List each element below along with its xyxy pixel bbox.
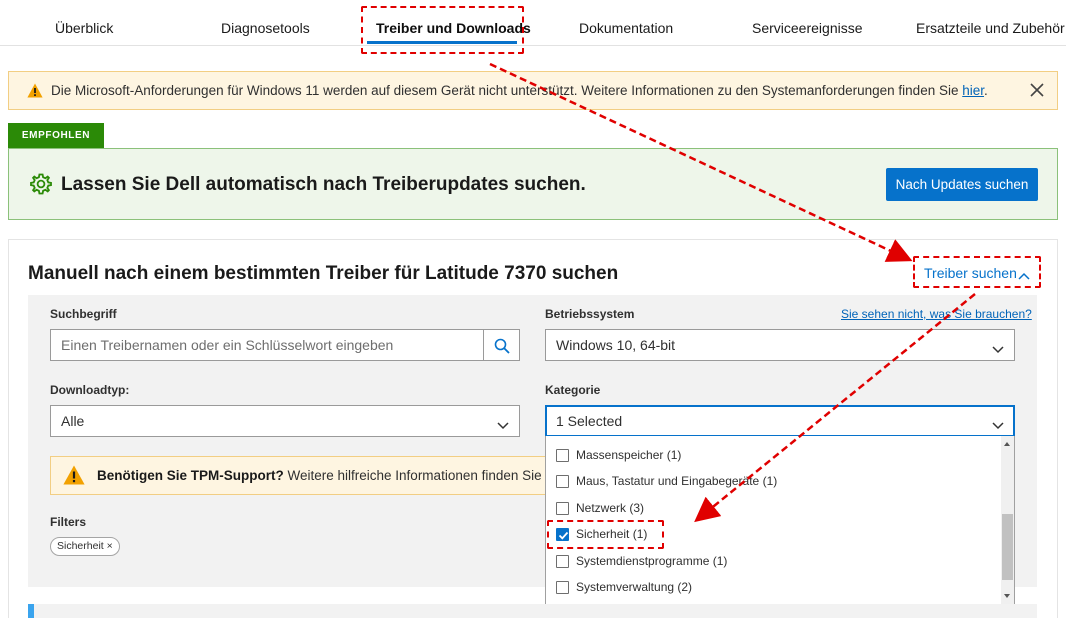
tab-service-events[interactable]: Serviceereignisse	[752, 20, 863, 36]
scrollbar-thumb[interactable]	[1002, 514, 1013, 580]
tpm-text: Benötigen Sie TPM-Support? Weitere hilfr…	[97, 468, 545, 483]
category-dropdown-list: Massenspeicher (1) Maus, Tastatur und Ei…	[545, 436, 1015, 605]
os-select[interactable]: Windows 10, 64-bit	[545, 329, 1015, 361]
close-icon[interactable]: ×	[107, 540, 113, 552]
check-updates-button[interactable]: Nach Updates suchen	[886, 168, 1038, 201]
gear-icon	[29, 172, 53, 201]
checkmark-icon	[558, 531, 569, 540]
tab-diagnostics[interactable]: Diagnosetools	[221, 20, 310, 36]
search-icon	[494, 338, 510, 354]
driver-search-toggle[interactable]: Treiber suchen	[924, 265, 1017, 281]
close-icon[interactable]	[1030, 81, 1044, 101]
chevron-down-icon[interactable]	[497, 417, 509, 435]
download-type-select[interactable]: Alle	[50, 405, 520, 437]
download-type-value: Alle	[61, 413, 85, 429]
checkbox[interactable]	[556, 502, 569, 515]
scroll-up-arrow[interactable]	[1004, 442, 1010, 446]
results-accent	[28, 604, 34, 618]
os-value: Windows 10, 64-bit	[556, 337, 676, 353]
filter-chip-security[interactable]: Sicherheit ×	[50, 537, 120, 556]
results-header-strip	[28, 604, 1037, 618]
warning-link-here[interactable]: hier	[962, 83, 984, 98]
recommended-panel: Lassen Sie Dell automatisch nach Treiber…	[8, 148, 1058, 220]
filters-label: Filters	[50, 515, 87, 529]
tab-parts-accessories[interactable]: Ersatzteile und Zubehör	[916, 20, 1065, 36]
active-tab-indicator	[367, 41, 517, 44]
checkbox[interactable]	[556, 581, 569, 594]
chevron-up-icon[interactable]	[1018, 267, 1030, 285]
tab-documentation[interactable]: Dokumentation	[579, 20, 673, 36]
warning-icon	[63, 465, 85, 490]
recommended-badge: EMPFOHLEN	[8, 123, 104, 148]
checkbox[interactable]	[556, 555, 569, 568]
tab-drivers-downloads[interactable]: Treiber und Downloads	[376, 20, 531, 36]
download-type-label: Downloadtyp:	[50, 383, 130, 397]
search-button[interactable]	[483, 329, 520, 361]
scroll-down-arrow[interactable]	[1004, 594, 1010, 598]
top-nav: Überblick Diagnosetools Treiber und Down…	[0, 0, 1066, 46]
tpm-notice: Benötigen Sie TPM-Support? Weitere hilfr…	[50, 456, 546, 495]
checkbox-checked[interactable]	[556, 528, 569, 541]
category-value: 1 Selected	[556, 413, 623, 429]
chevron-down-icon[interactable]	[992, 341, 1004, 359]
search-field	[50, 329, 484, 361]
category-select[interactable]: 1 Selected	[545, 405, 1015, 437]
chevron-down-icon[interactable]	[992, 417, 1004, 435]
manual-search-title: Manuell nach einem bestimmten Treiber fü…	[28, 263, 619, 284]
checkbox[interactable]	[556, 475, 569, 488]
search-input[interactable]	[61, 337, 461, 353]
checkbox[interactable]	[556, 449, 569, 462]
tab-overview[interactable]: Überblick	[55, 20, 113, 36]
search-term-label: Suchbegriff	[50, 307, 117, 321]
category-label: Kategorie	[545, 383, 601, 397]
help-link[interactable]: Sie sehen nicht, was Sie brauchen?	[841, 307, 1032, 321]
os-label: Betriebssystem	[545, 307, 635, 321]
warning-text: Die Microsoft-Anforderungen für Windows …	[51, 83, 988, 98]
recommended-title: Lassen Sie Dell automatisch nach Treiber…	[61, 174, 586, 195]
warning-icon	[27, 83, 43, 103]
windows11-warning-banner: Die Microsoft-Anforderungen für Windows …	[8, 71, 1058, 110]
